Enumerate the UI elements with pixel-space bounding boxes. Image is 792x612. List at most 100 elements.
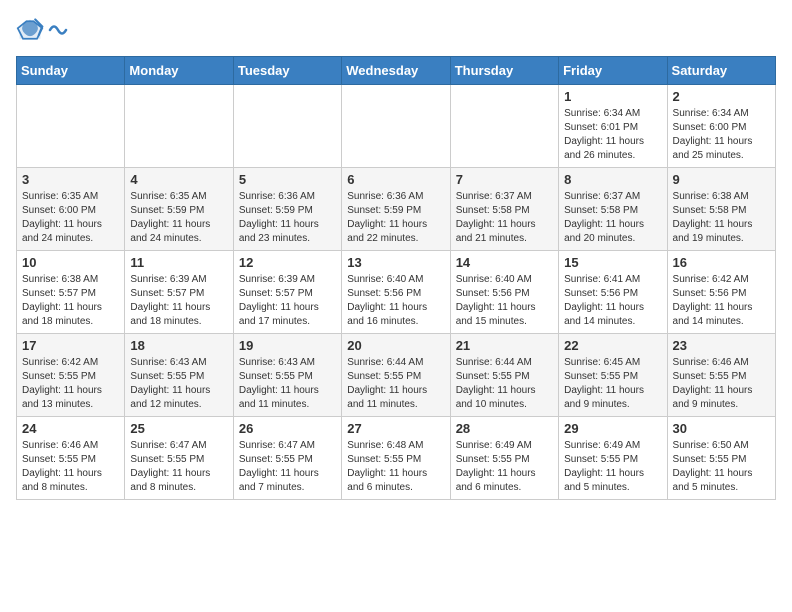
calendar-cell: 30Sunrise: 6:50 AM Sunset: 5:55 PM Dayli…: [667, 417, 775, 500]
calendar-cell: 20Sunrise: 6:44 AM Sunset: 5:55 PM Dayli…: [342, 334, 450, 417]
calendar-table: SundayMondayTuesdayWednesdayThursdayFrid…: [16, 56, 776, 500]
calendar-cell: 14Sunrise: 6:40 AM Sunset: 5:56 PM Dayli…: [450, 251, 558, 334]
day-info: Sunrise: 6:38 AM Sunset: 5:57 PM Dayligh…: [22, 273, 119, 329]
day-info: Sunrise: 6:40 AM Sunset: 5:56 PM Dayligh…: [347, 273, 444, 329]
calendar-cell: 24 Sunrise: 6:46 AM Sunset: 5:55 PM Dayli…: [17, 417, 125, 500]
calendar-cell: [125, 85, 233, 168]
day-info: Sunrise: 6:34 AM Sunset: 6:01 PM Dayligh…: [564, 107, 661, 163]
day-info: Sunrise: 6:47 AM Sunset: 5:55 PM Dayligh…: [239, 439, 336, 495]
day-info: Sunrise: 6:49 AM Sunset: 5:55 PM Dayligh…: [564, 439, 661, 495]
day-info: Sunrise: 6:49 AM Sunset: 5:55 PM Dayligh…: [456, 439, 553, 495]
day-info: Sunrise: 6:45 AM Sunset: 5:55 PM Dayligh…: [564, 356, 661, 412]
logo: [16, 16, 68, 44]
day-number: 13: [347, 255, 444, 270]
calendar-cell: 10 Sunrise: 6:38 AM Sunset: 5:57 PM Dayli…: [17, 251, 125, 334]
day-number: 21: [456, 338, 553, 353]
day-info: Sunrise: 6:44 AM Sunset: 5:55 PM Dayligh…: [347, 356, 444, 412]
day-info: Sunrise: 6:37 AM Sunset: 5:58 PM Dayligh…: [564, 190, 661, 246]
weekday-header: Saturday: [667, 57, 775, 85]
day-number: 27: [347, 421, 444, 436]
calendar-cell: [17, 85, 125, 168]
weekday-header: Friday: [559, 57, 667, 85]
calendar-cell: 16 Sunrise: 6:42 AM Sunset: 5:56 PM Dayli…: [667, 251, 775, 334]
day-number: 28: [456, 421, 553, 436]
weekday-header: Monday: [125, 57, 233, 85]
calendar-week-row: 3Sunrise: 6:35 AM Sunset: 6:00 PM Daylig…: [17, 168, 776, 251]
day-number: 10: [22, 255, 119, 270]
calendar-cell: 13 Sunrise: 6:40 AM Sunset: 5:56 PM Dayli…: [342, 251, 450, 334]
day-info: Sunrise: 6:40 AM Sunset: 5:56 PM Dayligh…: [456, 273, 553, 329]
day-number: 8: [564, 172, 661, 187]
day-number: 3: [22, 172, 119, 187]
day-number: 11: [130, 255, 227, 270]
day-info: Sunrise: 6:37 AM Sunset: 5:58 PM Dayligh…: [456, 190, 553, 246]
day-info: Sunrise: 6:42 AM Sunset: 5:56 PM Dayligh…: [673, 273, 770, 329]
day-info: Sunrise: 6:36 AM Sunset: 5:59 PM Dayligh…: [347, 190, 444, 246]
day-number: 22: [564, 338, 661, 353]
day-number: 23: [673, 338, 770, 353]
calendar-cell: [342, 85, 450, 168]
calendar-week-row: 24 Sunrise: 6:46 AM Sunset: 5:55 PM Dayli…: [17, 417, 776, 500]
calendar-header-row: SundayMondayTuesdayWednesdayThursdayFrid…: [17, 57, 776, 85]
calendar-cell: 6 Sunrise: 6:36 AM Sunset: 5:59 PM Daylig…: [342, 168, 450, 251]
calendar-cell: 23 Sunrise: 6:46 AM Sunset: 5:55 PM Dayli…: [667, 334, 775, 417]
day-number: 5: [239, 172, 336, 187]
calendar-cell: 5 Sunrise: 6:36 AM Sunset: 5:59 PM Daylig…: [233, 168, 341, 251]
day-info: Sunrise: 6:35 AM Sunset: 5:59 PM Dayligh…: [130, 190, 227, 246]
day-info: Sunrise: 6:46 AM Sunset: 5:55 PM Dayligh…: [22, 439, 119, 495]
logo-text: [48, 19, 68, 41]
page-header: [16, 16, 776, 44]
calendar-week-row: 1Sunrise: 6:34 AM Sunset: 6:01 PM Daylig…: [17, 85, 776, 168]
calendar-cell: 3Sunrise: 6:35 AM Sunset: 6:00 PM Daylig…: [17, 168, 125, 251]
calendar-cell: 4 Sunrise: 6:35 AM Sunset: 5:59 PM Daylig…: [125, 168, 233, 251]
calendar-cell: 17 Sunrise: 6:42 AM Sunset: 5:55 PM Dayli…: [17, 334, 125, 417]
day-number: 24: [22, 421, 119, 436]
day-number: 18: [130, 338, 227, 353]
day-number: 4: [130, 172, 227, 187]
day-info: Sunrise: 6:43 AM Sunset: 5:55 PM Dayligh…: [239, 356, 336, 412]
day-number: 9: [673, 172, 770, 187]
calendar-cell: 2 Sunrise: 6:34 AM Sunset: 6:00 PM Daylig…: [667, 85, 775, 168]
day-number: 19: [239, 338, 336, 353]
calendar-cell: 9 Sunrise: 6:38 AM Sunset: 5:58 PM Daylig…: [667, 168, 775, 251]
calendar-cell: 21 Sunrise: 6:44 AM Sunset: 5:55 PM Dayli…: [450, 334, 558, 417]
day-number: 16: [673, 255, 770, 270]
calendar-cell: 12 Sunrise: 6:39 AM Sunset: 5:57 PM Dayli…: [233, 251, 341, 334]
day-number: 29: [564, 421, 661, 436]
day-info: Sunrise: 6:46 AM Sunset: 5:55 PM Dayligh…: [673, 356, 770, 412]
day-info: Sunrise: 6:44 AM Sunset: 5:55 PM Dayligh…: [456, 356, 553, 412]
day-number: 6: [347, 172, 444, 187]
calendar-cell: [450, 85, 558, 168]
calendar-cell: 11 Sunrise: 6:39 AM Sunset: 5:57 PM Dayli…: [125, 251, 233, 334]
weekday-header: Wednesday: [342, 57, 450, 85]
day-number: 12: [239, 255, 336, 270]
calendar-week-row: 17 Sunrise: 6:42 AM Sunset: 5:55 PM Dayli…: [17, 334, 776, 417]
day-info: Sunrise: 6:42 AM Sunset: 5:55 PM Dayligh…: [22, 356, 119, 412]
calendar-cell: 25Sunrise: 6:47 AM Sunset: 5:55 PM Dayli…: [125, 417, 233, 500]
calendar-cell: 29 Sunrise: 6:49 AM Sunset: 5:55 PM Dayli…: [559, 417, 667, 500]
calendar-cell: 1Sunrise: 6:34 AM Sunset: 6:01 PM Daylig…: [559, 85, 667, 168]
day-info: Sunrise: 6:41 AM Sunset: 5:56 PM Dayligh…: [564, 273, 661, 329]
logo-wave-icon: [48, 19, 68, 41]
logo-icon: [16, 16, 44, 44]
day-number: 7: [456, 172, 553, 187]
day-info: Sunrise: 6:36 AM Sunset: 5:59 PM Dayligh…: [239, 190, 336, 246]
day-info: Sunrise: 6:34 AM Sunset: 6:00 PM Dayligh…: [673, 107, 770, 163]
calendar-cell: 15Sunrise: 6:41 AM Sunset: 5:56 PM Dayli…: [559, 251, 667, 334]
calendar-week-row: 10 Sunrise: 6:38 AM Sunset: 5:57 PM Dayli…: [17, 251, 776, 334]
calendar-cell: 8 Sunrise: 6:37 AM Sunset: 5:58 PM Daylig…: [559, 168, 667, 251]
day-number: 17: [22, 338, 119, 353]
calendar-cell: 27Sunrise: 6:48 AM Sunset: 5:55 PM Dayli…: [342, 417, 450, 500]
calendar-cell: 28 Sunrise: 6:49 AM Sunset: 5:55 PM Dayli…: [450, 417, 558, 500]
calendar-cell: 19 Sunrise: 6:43 AM Sunset: 5:55 PM Dayli…: [233, 334, 341, 417]
day-info: Sunrise: 6:39 AM Sunset: 5:57 PM Dayligh…: [130, 273, 227, 329]
day-info: Sunrise: 6:39 AM Sunset: 5:57 PM Dayligh…: [239, 273, 336, 329]
weekday-header: Sunday: [17, 57, 125, 85]
calendar-cell: 18Sunrise: 6:43 AM Sunset: 5:55 PM Dayli…: [125, 334, 233, 417]
calendar-cell: [233, 85, 341, 168]
calendar-cell: 7 Sunrise: 6:37 AM Sunset: 5:58 PM Daylig…: [450, 168, 558, 251]
day-info: Sunrise: 6:38 AM Sunset: 5:58 PM Dayligh…: [673, 190, 770, 246]
day-number: 2: [673, 89, 770, 104]
weekday-header: Thursday: [450, 57, 558, 85]
day-number: 26: [239, 421, 336, 436]
